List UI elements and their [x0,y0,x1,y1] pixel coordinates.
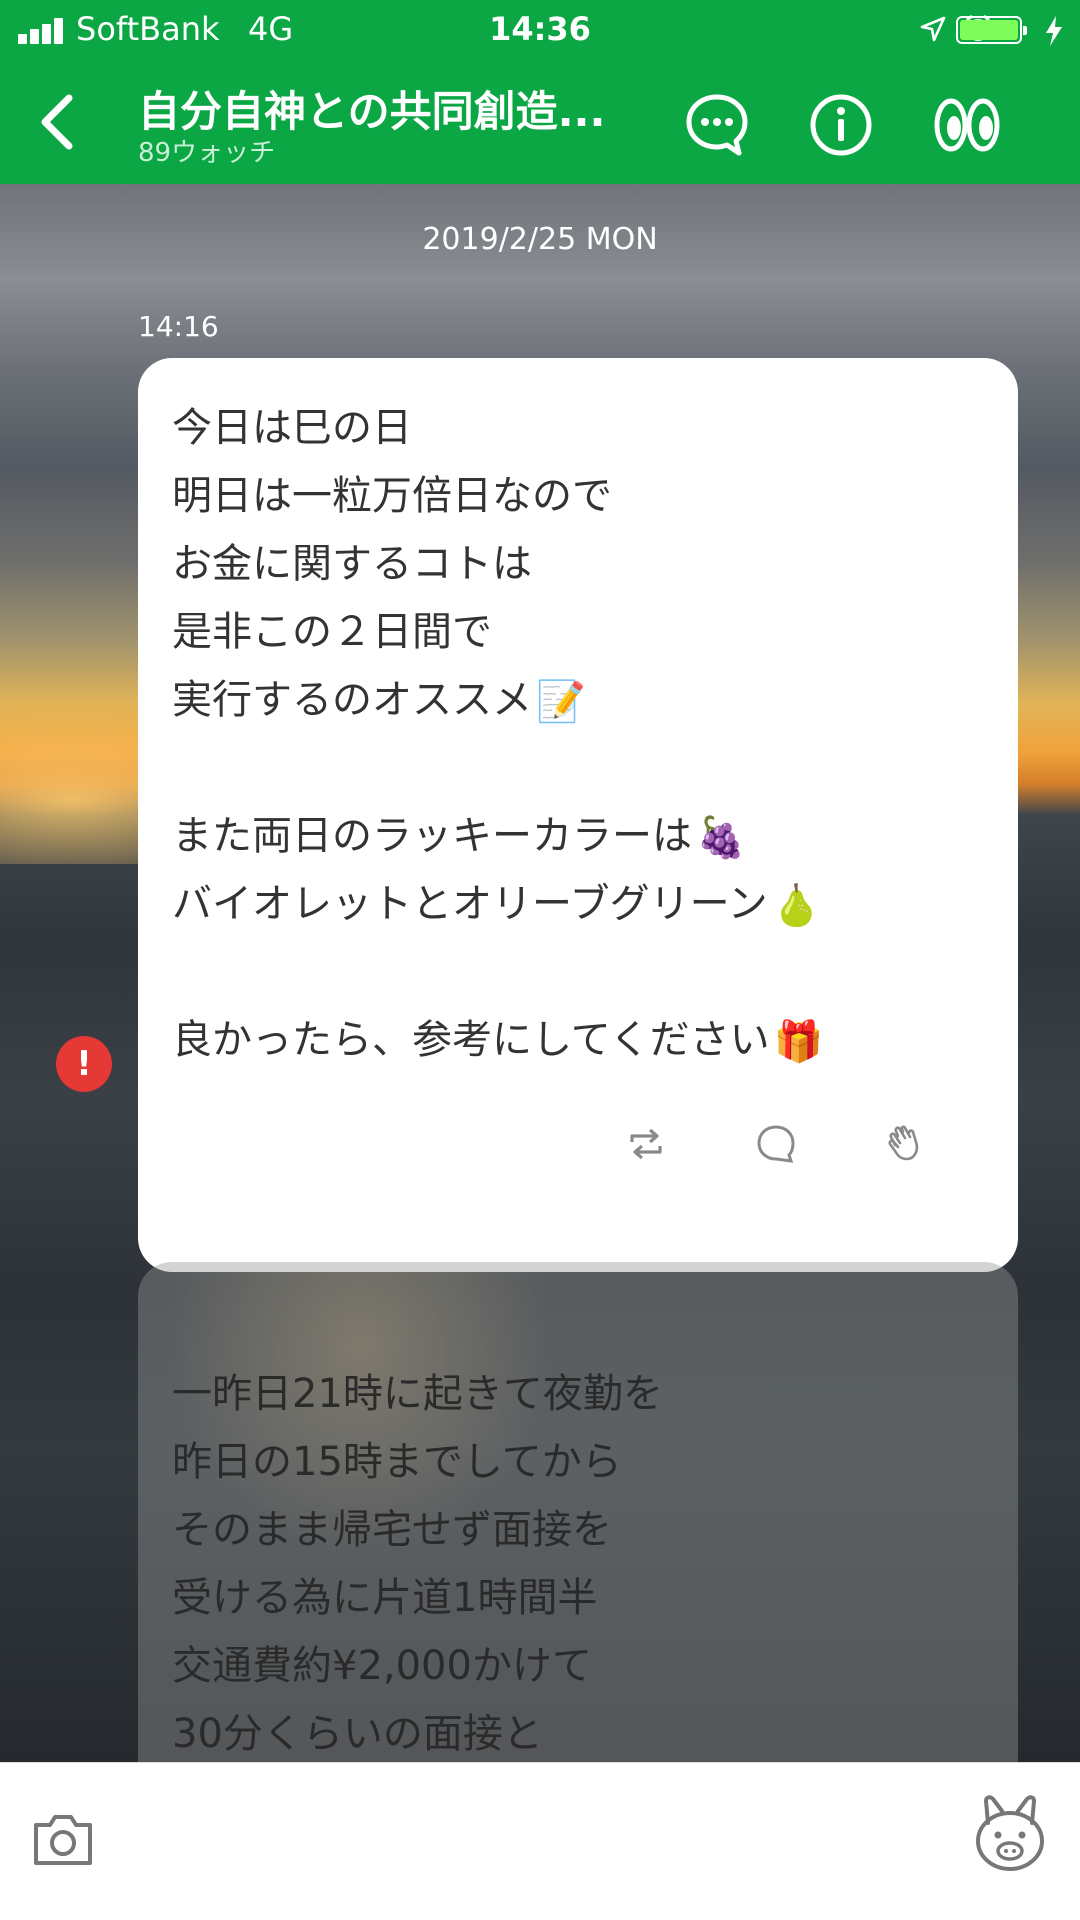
watch-count: 89ウォッチ [138,138,276,168]
watch-button[interactable] [932,90,1002,160]
message-line: 交通費約¥2,000かけて [172,1643,592,1689]
pear-emoji: 🍐 [771,883,822,929]
message-line: 受ける為に片道1時間半 [172,1575,598,1621]
comment-button[interactable] [722,1108,830,1180]
grapes-emoji: 🍇 [696,815,746,861]
camera-icon [34,1815,92,1865]
chevron-right-icon [997,1129,1013,1159]
message-line: 一昨日21時に起きて夜勤を [172,1371,663,1417]
repeat-icon [630,1128,662,1160]
sticker-button[interactable] [970,1793,1050,1877]
sticker-icon [976,1795,1044,1871]
message-line: お金に関するコトは [172,541,532,587]
charging-icon [1046,16,1062,46]
location-icon [920,16,946,42]
message-line: 是非この２日間で [172,609,492,655]
status-icons [864,12,1064,48]
camera-button[interactable] [30,1807,96,1873]
message-line: 実行するのオススメ 📝 [172,666,984,734]
back-button[interactable] [22,84,92,160]
message-line: 今日は巳の日 [172,405,412,451]
gift-emoji: 🎁 [773,1019,824,1065]
message-bubble-next[interactable]: 一昨日21時に起きて夜勤を 昨日の15時までしてから そのまま帰宅せず面接を 受… [138,1262,1018,1762]
chat-button[interactable] [682,90,752,160]
bottom-bar [0,1762,1080,1920]
clap-icon [888,1125,919,1161]
more-actions-button[interactable] [990,1120,1020,1168]
error-badge[interactable]: ! [56,1036,112,1092]
date-separator: 2019/2/25 MON [422,222,658,257]
message-line: そのまま帰宅せず面接を [172,1507,612,1553]
message-line: また両日のラッキーカラーは 🍇 [172,802,984,870]
eyes-icon [934,98,1000,152]
chat-area[interactable]: 2019/2/25 MON 14:16 今日は巳の日 明日は一粒万倍日なので お… [0,184,1080,1762]
chevron-left-icon [41,94,73,150]
nav-bar: 自分自神との共同創造... 89ウォッチ [0,60,1080,184]
info-button[interactable] [806,90,876,160]
message-line: 30分くらいの面接と [172,1711,543,1757]
message-time: 14:16 [138,310,219,343]
page-title: 自分自神との共同創造... [138,87,606,136]
chat-bubble-icon [686,94,748,156]
comment-icon [757,1125,795,1163]
message-line: 昨日の15時までしてから [172,1439,622,1485]
share-button[interactable] [592,1108,700,1180]
message-line: バイオレットとオリーブグリーン 🍐 [172,870,984,938]
message-line: 明日は一粒万倍日なので [172,473,612,519]
battery-icon [956,16,1027,44]
status-bar: SoftBank 4G 14:36 [0,0,1080,60]
memo-emoji: 📝 [536,679,586,725]
message-line: 良かったら、参考にしてください 🎁 [172,1006,984,1074]
app-header: SoftBank 4G 14:36 自分自神との共同創造... 89ウォッチ [0,0,1080,184]
info-icon [810,94,872,156]
clap-button[interactable] [852,1108,960,1180]
